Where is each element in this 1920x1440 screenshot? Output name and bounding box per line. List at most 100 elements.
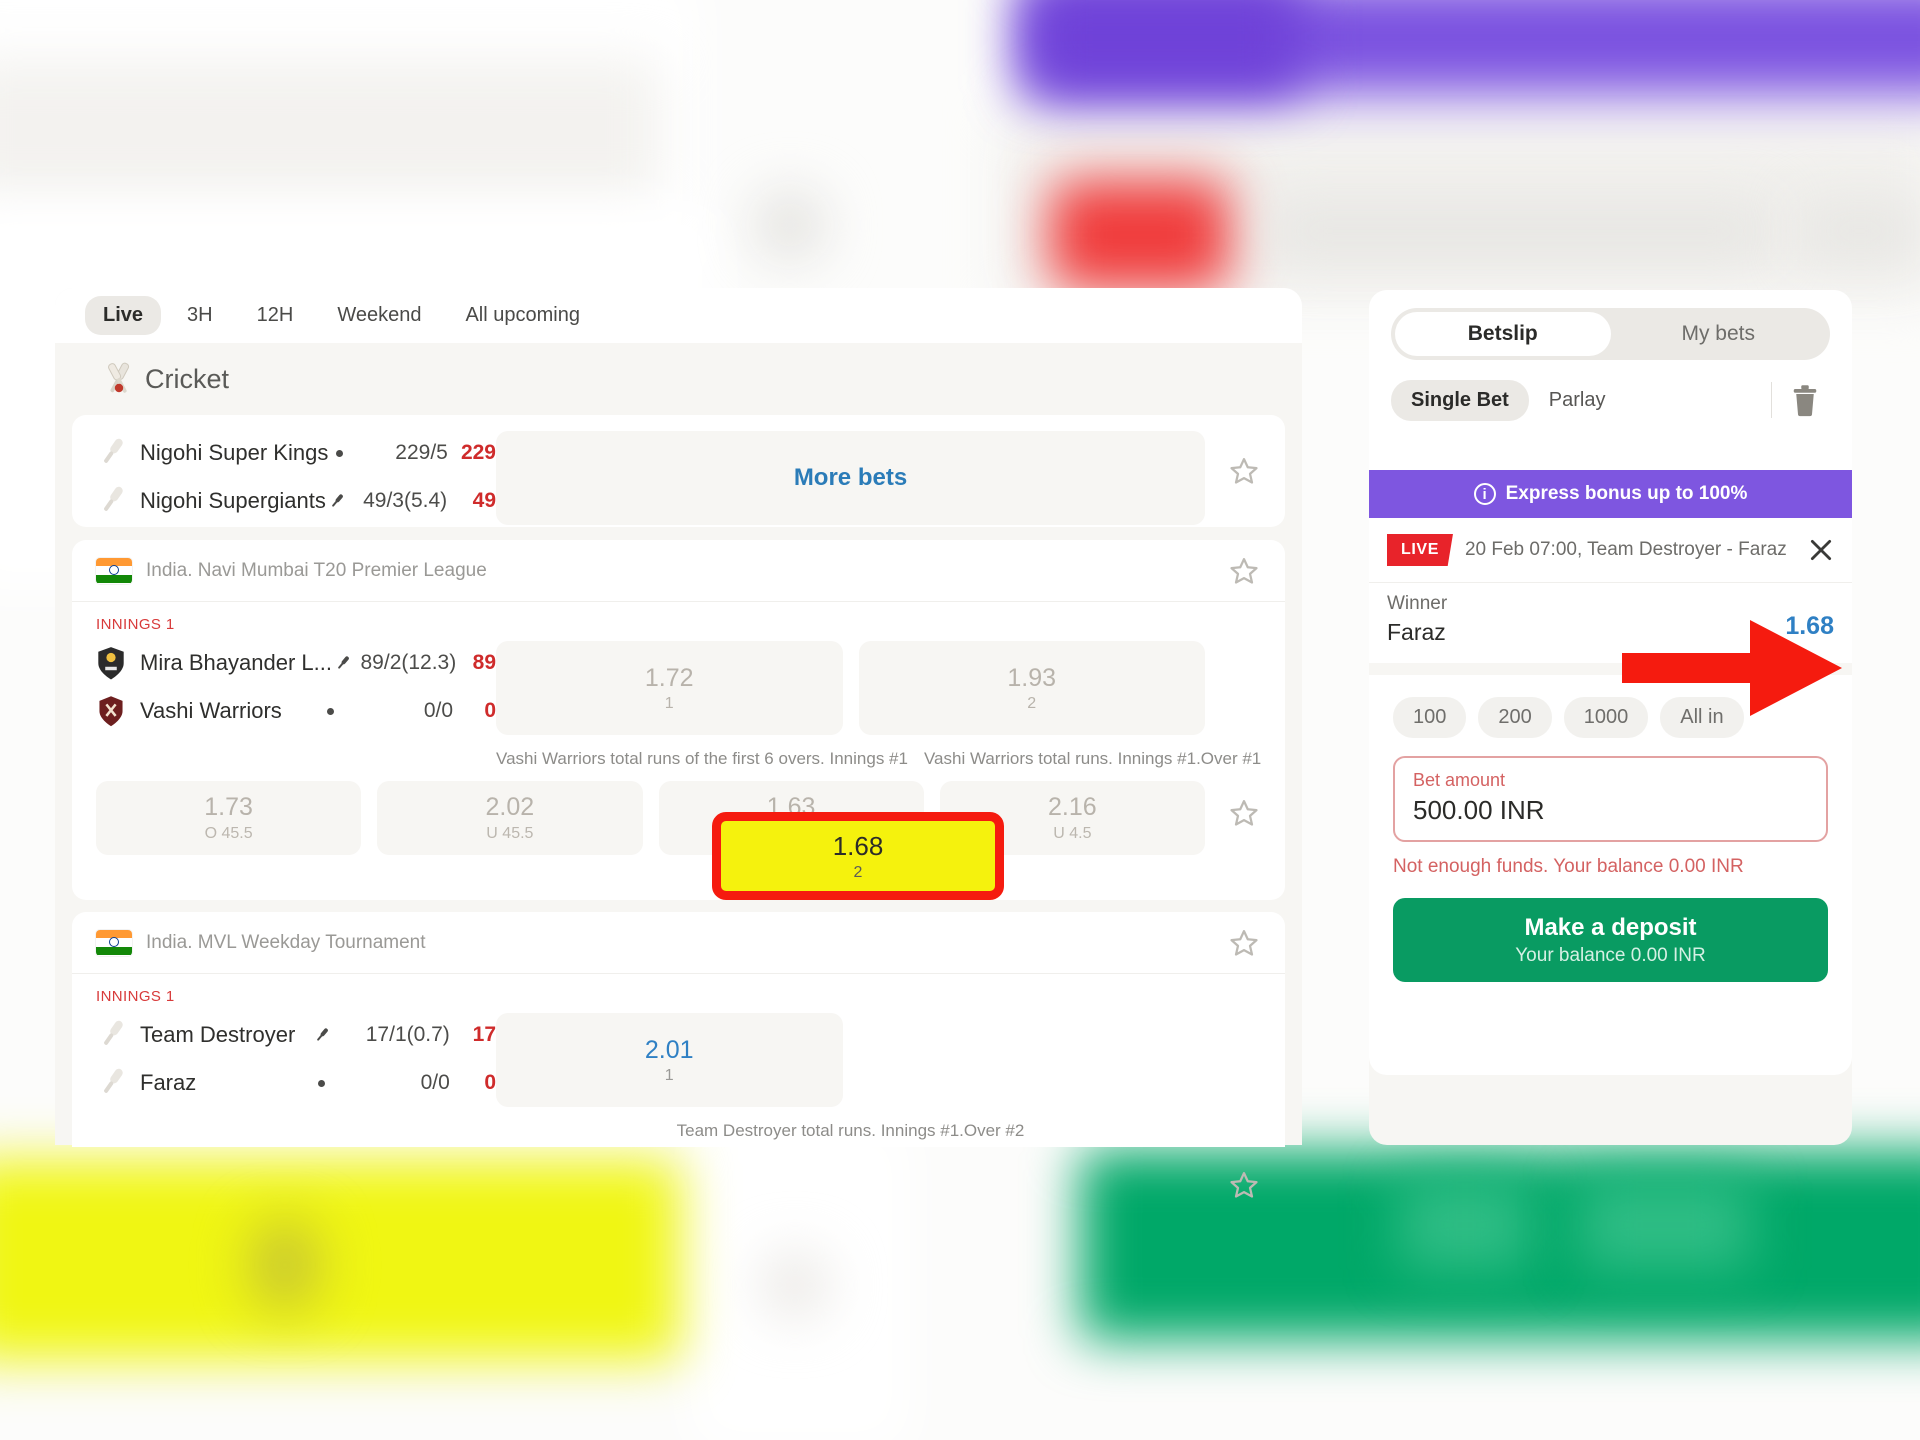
mode-single-bet[interactable]: Single Bet (1391, 379, 1529, 421)
insufficient-funds-error: Not enough funds. Your balance 0.00 INR (1393, 856, 1744, 877)
cricket-bat-icon (96, 1064, 130, 1103)
team-row: Mira Bhayander L... 89/2(12.3) 89 (96, 639, 496, 687)
league-header[interactable]: India. MVL Weekday Tournament (72, 912, 1285, 974)
quick-amount-100[interactable]: 100 (1393, 697, 1467, 738)
time-tab-3h[interactable]: 3H (169, 296, 231, 335)
info-icon: i (1473, 483, 1496, 505)
sport-header: Cricket (55, 348, 1302, 410)
odd-button-over-1[interactable]: 1.73 O 45.5 (96, 781, 362, 855)
odd-button-home[interactable]: 1.72 1 (496, 641, 843, 735)
bet-mode-row: Single Bet Parlay (1391, 378, 1830, 422)
innings-label: INNINGS 1 (96, 988, 175, 1005)
odd-value: 2.16 (1048, 793, 1097, 821)
team-name: Team Destroyer (140, 1022, 296, 1047)
time-tab-all-upcoming[interactable]: All upcoming (447, 296, 598, 335)
favorite-star-icon[interactable] (1229, 456, 1259, 486)
favorite-star-icon[interactable] (1229, 798, 1259, 828)
team-list: Team Destroyer 17/1(0.7) 17 Faraz 0/0 0 (96, 1007, 496, 1107)
time-tab-live[interactable]: Live (85, 296, 162, 335)
more-bets-button[interactable]: More bets (496, 431, 1205, 525)
team-name: Faraz (140, 1070, 197, 1095)
divider (1771, 382, 1772, 418)
team-score: 17/1(0.7) (365, 1023, 450, 1046)
deposit-balance: Your balance 0.00 INR (1515, 944, 1706, 966)
time-tab-weekend[interactable]: Weekend (319, 296, 439, 335)
team-total: 229 (460, 441, 496, 464)
odd-button-away-highlighted[interactable]: 1.68 2 (712, 812, 1004, 900)
team-row: Vashi Warriors 0/0 0 (96, 687, 496, 735)
team-score: 0/0 (420, 1071, 450, 1094)
selection-meta: 20 Feb 07:00, Team Destroyer - Faraz (1464, 539, 1787, 560)
market-title-row: Vashi Warriors total runs of the first 6… (72, 735, 1285, 769)
odd-value: 1.73 (204, 793, 253, 821)
team-score: 229/5 (395, 441, 448, 464)
odd-label: O 45.5 (204, 825, 253, 842)
favorite-star-icon[interactable] (1229, 1170, 1259, 1200)
odd-value: 1.72 (644, 663, 694, 692)
favorite-star-icon[interactable] (1229, 928, 1259, 958)
market-title: Vashi Warriors total runs. Innings #1.Ov… (923, 749, 1262, 768)
team-row: Team Destroyer 17/1(0.7) 17 (96, 1011, 496, 1059)
live-badge: LIVE (1387, 534, 1453, 566)
odd-label: 1 (664, 694, 674, 712)
innings-indicator-dot (319, 707, 342, 715)
market-title: Vashi Warriors total runs of the first 6… (496, 749, 908, 768)
odd-value: 1.68 (832, 830, 884, 861)
innings-label: INNINGS 1 (96, 616, 175, 633)
deposit-title: Make a deposit (1524, 913, 1697, 941)
time-filter-tabs: Live 3H 12H Weekend All upcoming (55, 288, 1302, 343)
team-name: Nigohi Supergiants (140, 488, 326, 513)
trash-icon[interactable] (1790, 384, 1820, 417)
team-total: 0 (484, 1071, 496, 1094)
team-name: Nigohi Super Kings (140, 440, 329, 465)
app-screenshot: Live 3H 12H Weekend All upcoming Cricket (0, 0, 1920, 1440)
close-icon[interactable] (1808, 537, 1834, 563)
express-bonus-banner[interactable]: i Express bonus up to 100% (1369, 470, 1852, 518)
page-title: Cricket (145, 363, 230, 394)
tab-my-bets[interactable]: My bets (1611, 312, 1827, 356)
betslip-header: Betslip My bets Single Bet Parlay (1369, 290, 1852, 492)
tab-betslip[interactable]: Betslip (1395, 312, 1611, 356)
odd-button-under-1[interactable]: 2.02 U 45.5 (377, 781, 643, 855)
team-score: 89/2(12.3) (360, 651, 457, 674)
stake-panel: 100 200 1000 All in Bet amount 500.00 IN… (1369, 675, 1852, 1075)
red-arrow-annotation (1622, 620, 1842, 716)
odd-label: 1 (664, 1066, 674, 1084)
betslip-tabs: Betslip My bets (1391, 308, 1830, 360)
team-name: Vashi Warriors (140, 698, 282, 723)
bet-amount-label: Bet amount (1413, 770, 1506, 790)
team-score: 49/3(5.4) (363, 489, 448, 512)
match-card-nigohi: Nigohi Super Kings 229/5 229 Nigohi Supe… (72, 415, 1285, 527)
batting-indicator-icon (326, 492, 348, 510)
mode-parlay[interactable]: Parlay (1529, 380, 1626, 421)
team-crest-icon (96, 646, 126, 681)
market-title: Team Destroyer total runs. Innings #1.Ov… (676, 1121, 1025, 1140)
make-deposit-button[interactable]: Make a deposit Your balance 0.00 INR (1393, 898, 1828, 982)
favorite-star-icon[interactable] (1229, 556, 1259, 586)
bet-amount-input[interactable]: Bet amount 500.00 INR (1393, 756, 1828, 842)
time-tab-12h[interactable]: 12H (239, 296, 312, 335)
team-row: Nigohi Supergiants 49/3(5.4) 49 (96, 477, 496, 525)
team-row: Nigohi Super Kings 229/5 229 (96, 429, 496, 477)
team-list: Nigohi Super Kings 229/5 229 Nigohi Supe… (96, 425, 496, 525)
india-flag-icon (96, 557, 132, 584)
batting-indicator-icon (309, 1026, 334, 1044)
winner-odds-row: 1.72 1 1.93 2 (496, 635, 1261, 735)
league-name: India. Navi Mumbai T20 Premier League (146, 559, 487, 581)
quick-amount-200[interactable]: 200 (1478, 697, 1552, 738)
match-card-mvl: India. MVL Weekday Tournament INNINGS 1 … (72, 912, 1285, 1198)
match-card-navi-mumbai: India. Navi Mumbai T20 Premier League IN… (72, 540, 1285, 900)
winner-odds-row: 2.01 1 (496, 1007, 1261, 1107)
selection-market: Winner (1387, 593, 1448, 614)
cricket-bat-icon (96, 434, 130, 473)
team-total: 17 (472, 1023, 496, 1046)
odd-button-home[interactable]: 2.01 1 (496, 1013, 843, 1107)
odd-label: 2 (1027, 694, 1037, 712)
batting-indicator-icon (332, 654, 354, 672)
cricket-bat-icon (96, 482, 130, 521)
market-title-row: Team Destroyer total runs. Innings #1.Ov… (72, 1107, 1285, 1141)
league-name: India. MVL Weekday Tournament (146, 931, 426, 953)
odd-button-away[interactable]: 1.93 2 (858, 641, 1205, 735)
league-header[interactable]: India. Navi Mumbai T20 Premier League (72, 540, 1285, 602)
odd-label: U 45.5 (486, 825, 534, 842)
